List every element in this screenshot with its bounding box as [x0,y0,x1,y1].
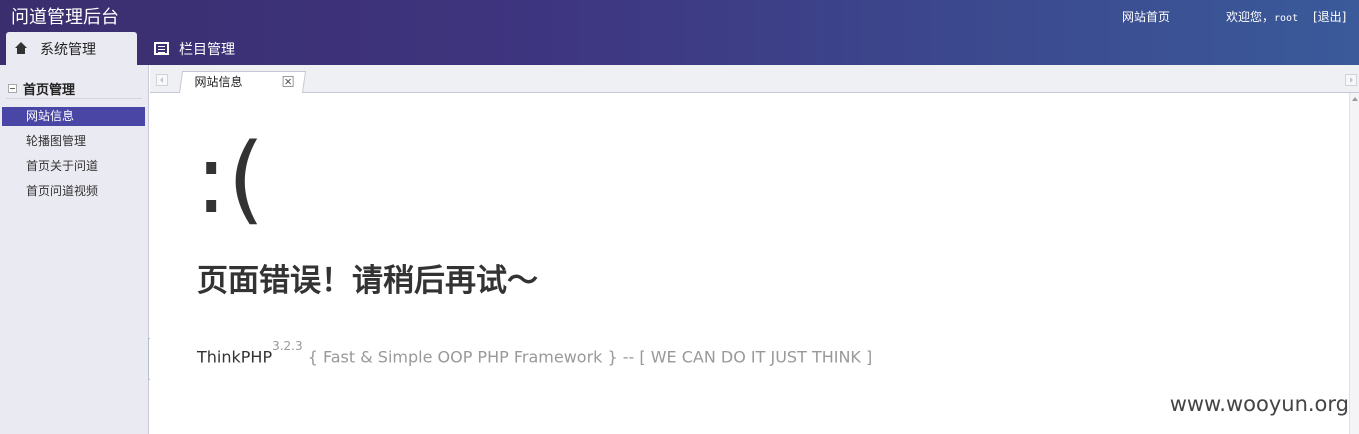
sidebar-item-site-info[interactable]: 网站信息 [2,107,145,126]
tab-column-management[interactable]: 栏目管理 [146,32,235,65]
main-nav-tabs: 系统管理 栏目管理 [0,28,1359,65]
sad-face-glyph: :( [195,123,265,235]
site-home-link[interactable]: 网站首页 [1122,8,1170,25]
welcome-text: 欢迎您，root [1226,8,1298,25]
app-header: 问道管理后台 网站首页 欢迎您，root [退出] 系统管理 栏目管理 [0,0,1359,65]
sidebar-divider [6,98,142,99]
close-icon[interactable] [282,76,294,87]
list-icon [154,42,169,55]
tab-label: 栏目管理 [179,41,235,58]
framework-version: 3.2.3 [272,339,303,353]
error-message: 页面错误！请稍后再试～ [197,263,538,299]
sidebar-item-video[interactable]: 首页问道视频 [2,182,145,201]
framework-footer: ThinkPHP3.2.3 { Fast & Simple OOP PHP Fr… [197,339,873,367]
tab-system-management[interactable]: 系统管理 [6,32,137,65]
sidebar: 首页管理 网站信息 轮播图管理 首页关于问道 首页问道视频 [0,65,149,434]
framework-tagline: { Fast & Simple OOP PHP Framework } -- [… [302,347,873,367]
sidebar-item-carousel[interactable]: 轮播图管理 [2,132,145,151]
welcome-prefix: 欢迎您， [1226,10,1275,24]
sidebar-group-header[interactable]: 首页管理 [8,79,75,98]
watermark: www.wooyun.org [1169,392,1349,416]
content-tab-bar: 网站信息 [150,65,1359,93]
username: root [1274,13,1299,24]
sidebar-item-about[interactable]: 首页关于问道 [2,157,145,176]
tab-scroll-left-button[interactable] [156,74,168,86]
logout-link[interactable]: [退出] [1313,8,1346,25]
sidebar-group-title: 首页管理 [23,83,76,98]
home-icon [14,41,30,57]
app-title: 问道管理后台 [11,7,119,28]
tab-label: 系统管理 [40,41,96,58]
collapse-icon[interactable] [8,84,17,93]
content-tab-label: 网站信息 [194,75,243,89]
framework-name[interactable]: ThinkPHP [197,347,272,366]
content-frame: :( 页面错误！请稍后再试～ ThinkPHP3.2.3 { Fast & Si… [150,93,1349,434]
tab-scroll-right-button[interactable] [1345,74,1357,86]
vertical-scrollbar[interactable] [1349,93,1359,434]
tab-site-info[interactable]: 网站信息 [179,71,307,93]
